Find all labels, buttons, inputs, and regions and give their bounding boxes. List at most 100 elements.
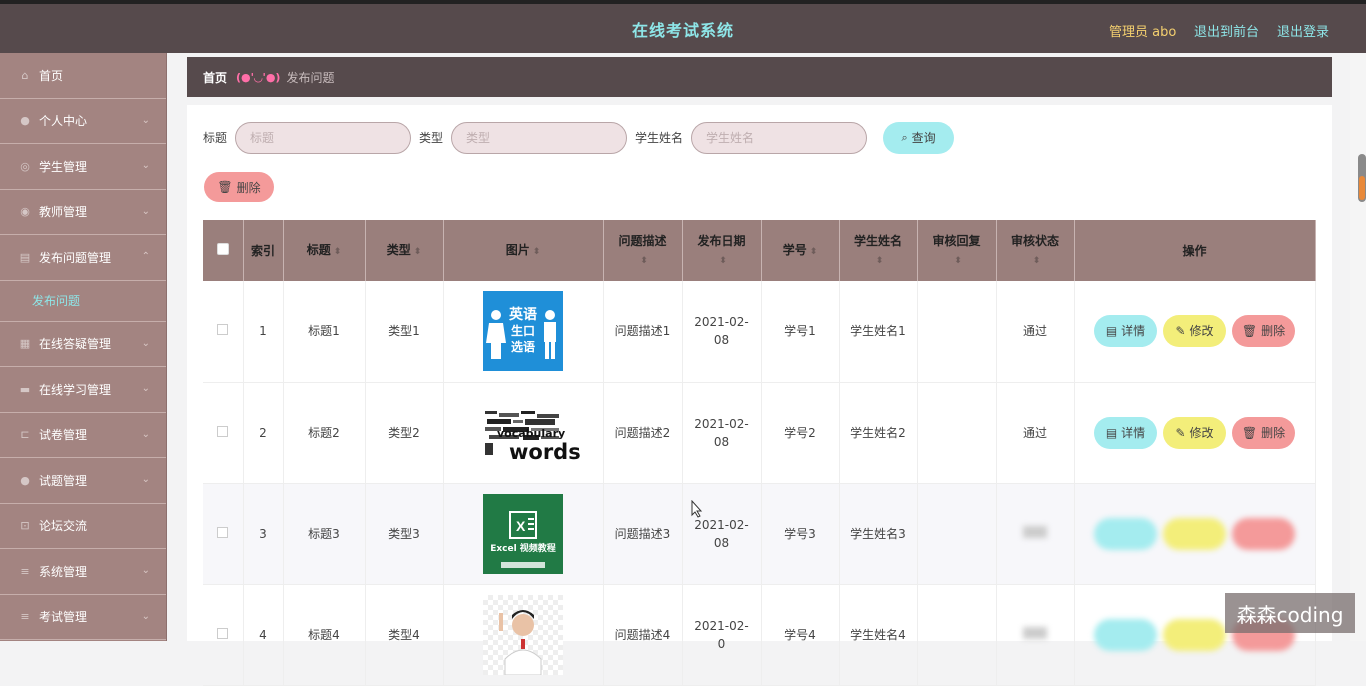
sidebar-item-study[interactable]: ▬ 在线学习管理 ⌄ [0, 367, 166, 413]
image-text: 生口 [510, 324, 535, 339]
cell-sid: 学号3 [761, 483, 840, 585]
cell-index: 1 [243, 281, 284, 383]
date-text: 2021-02-0 [694, 618, 749, 651]
col-reply[interactable]: 审核回复 ⬍ [917, 220, 997, 281]
cell-status: 通过 [996, 281, 1075, 383]
sidebar-item-system[interactable]: ≡ 系统管理 ⌄ [0, 549, 166, 595]
sidebar-item-questions[interactable]: ▤ 发布问题管理 ⌃ [0, 235, 166, 281]
col-title[interactable]: 标题 ⬍ [283, 220, 366, 281]
edit-button[interactable]: ✎ 修改 [1163, 315, 1226, 348]
chevron-down-icon: ⌄ [141, 565, 150, 576]
sort-icon: ⬍ [640, 255, 648, 266]
question-thumbnail[interactable]: 英语 生口 选语 [483, 291, 563, 372]
question-thumbnail[interactable] [483, 594, 563, 675]
cell-image: X Excel 视频教程 [443, 483, 604, 585]
cell-name: 学生姓名4 [839, 584, 918, 686]
back-to-front-link[interactable]: 退出到前台 [1194, 21, 1259, 40]
edit-button[interactable] [1163, 517, 1226, 550]
sidebar-subitem-publish-question[interactable]: 发布问题 [0, 281, 166, 322]
query-button[interactable]: ⌕ 查询 [883, 121, 955, 154]
sidebar-item-exams[interactable]: ≡ 考试管理 ⌄ [0, 595, 166, 640]
title-filter-input[interactable]: 标题 [235, 121, 412, 154]
question-table: 索引 标题 ⬍ 类型 ⬍ 图片 ⬍ 问题描述 ⬍ 发布日期 ⬍ 学号 ⬍ 学生姓名 ⬍ 审核回… [203, 220, 1316, 686]
delete-button[interactable]: 🗑 删除 [1232, 416, 1295, 449]
user-icon: ● [20, 114, 30, 128]
row-checkbox[interactable] [217, 526, 229, 538]
sidebar-item-students[interactable]: ◎ 学生管理 ⌄ [0, 144, 166, 190]
forum-icon: ⊡ [20, 519, 30, 533]
cell-index: 3 [243, 483, 284, 585]
chevron-down-icon: ⌄ [141, 337, 150, 349]
sidebar-item-label: 论坛交流 [39, 519, 88, 534]
col-status[interactable]: 审核状态 ⬍ [996, 220, 1075, 281]
edit-button[interactable] [1163, 618, 1226, 651]
col-date-label: 发布日期 [697, 233, 746, 248]
col-status-label: 审核状态 [1010, 233, 1059, 248]
date-text: 2021-02-08 [694, 315, 749, 348]
breadcrumb-home[interactable]: 首页 [203, 69, 227, 86]
cell-image: 英语 生口 选语 [443, 281, 604, 383]
detail-button[interactable] [1094, 517, 1157, 550]
sidebar-item-label: 试题管理 [39, 473, 88, 488]
sidebar-item-papers[interactable]: ⊏ 试卷管理 ⌄ [0, 413, 166, 458]
col-type[interactable]: 类型 ⬍ [365, 220, 444, 281]
col-index: 索引 [243, 220, 284, 281]
search-bar: 标题 标题 类型 类型 学生姓名 学生姓名 ⌕ 查询 [203, 121, 955, 154]
select-all-checkbox[interactable] [216, 242, 229, 255]
question-thumbnail[interactable]: X Excel 视频教程 [483, 493, 563, 574]
cell-date: 2021-02-08 [682, 382, 762, 484]
edit-label: 修改 [1189, 425, 1214, 440]
col-date[interactable]: 发布日期 ⬍ [682, 220, 762, 281]
sort-icon: ⬍ [333, 246, 342, 257]
question-thumbnail[interactable]: vocabulary words [483, 392, 581, 473]
name-filter-input[interactable]: 学生姓名 [691, 121, 868, 154]
col-name[interactable]: 学生姓名 ⬍ [839, 220, 918, 281]
paper-icon: ⊏ [20, 428, 30, 442]
image-text: 选语 [510, 340, 535, 355]
scrollbar-thumb[interactable] [1358, 154, 1366, 202]
delete-button[interactable] [1232, 517, 1295, 550]
sidebar-item-home[interactable]: ⌂ 首页 [0, 53, 166, 99]
col-sid[interactable]: 学号 ⬍ [761, 220, 840, 281]
col-desc[interactable]: 问题描述 ⬍ [603, 220, 683, 281]
main-panel: 标题 标题 类型 类型 学生姓名 学生姓名 ⌕ 查询 🗑 删除 索引 标题 ⬍ 类… [187, 105, 1332, 686]
table-header-row: 索引 标题 ⬍ 类型 ⬍ 图片 ⬍ 问题描述 ⬍ 发布日期 ⬍ 学号 ⬍ 学生姓名 ⬍ 审核回… [203, 220, 1316, 281]
cell-desc: 问题描述4 [603, 584, 683, 686]
cell-title: 标题1 [283, 281, 366, 383]
cell-reply [917, 281, 997, 383]
batch-delete-button[interactable]: 🗑 删除 [204, 172, 274, 202]
row-checkbox[interactable] [217, 425, 229, 437]
sidebar-item-tests[interactable]: ● 试题管理 ⌄ [0, 458, 166, 504]
chevron-down-icon: ⌄ [141, 205, 150, 217]
sidebar-item-label: 教师管理 [39, 205, 88, 220]
cell-desc: 问题描述3 [603, 483, 683, 585]
edit-button[interactable]: ✎ 修改 [1163, 416, 1226, 449]
image-text: 英语 [509, 307, 537, 324]
excel-icon: X [509, 510, 537, 539]
detail-button[interactable]: ▤ 详情 [1094, 315, 1157, 348]
sidebar-item-teachers[interactable]: ◉ 教师管理 ⌄ [0, 190, 166, 235]
document-icon: ▤ [1105, 425, 1118, 440]
sidebar-item-profile[interactable]: ● 个人中心 ⌄ [0, 99, 166, 144]
sidebar-item-forum[interactable]: ⊡ 论坛交流 [0, 504, 166, 549]
sidebar-item-answers[interactable]: ▦ 在线答疑管理 ⌄ [0, 322, 166, 367]
cell-title: 标题2 [283, 382, 366, 484]
trash-icon: 🗑 [1241, 324, 1258, 339]
type-filter-input[interactable]: 类型 [451, 121, 628, 154]
col-image[interactable]: 图片 ⬍ [443, 220, 604, 281]
sort-icon: ⬍ [413, 246, 422, 257]
title-filter-label: 标题 [203, 131, 228, 145]
detail-button[interactable] [1094, 618, 1157, 651]
mouse-cursor-icon [691, 500, 703, 518]
col-image-label: 图片 [505, 242, 530, 257]
row-checkbox[interactable] [217, 324, 229, 336]
logout-link[interactable]: 退出登录 [1277, 21, 1329, 40]
detail-button[interactable]: ▤ 详情 [1094, 416, 1157, 449]
cell-name: 学生姓名3 [839, 483, 918, 585]
cell-reply [917, 483, 997, 585]
cell-image: vocabulary words [443, 382, 604, 484]
cell-ops: ▤ 详情 ✎ 修改 🗑 删除 [1074, 382, 1316, 484]
page-scrollbar[interactable] [1350, 53, 1366, 641]
row-checkbox[interactable] [217, 627, 229, 639]
delete-button[interactable]: 🗑 删除 [1232, 315, 1295, 348]
